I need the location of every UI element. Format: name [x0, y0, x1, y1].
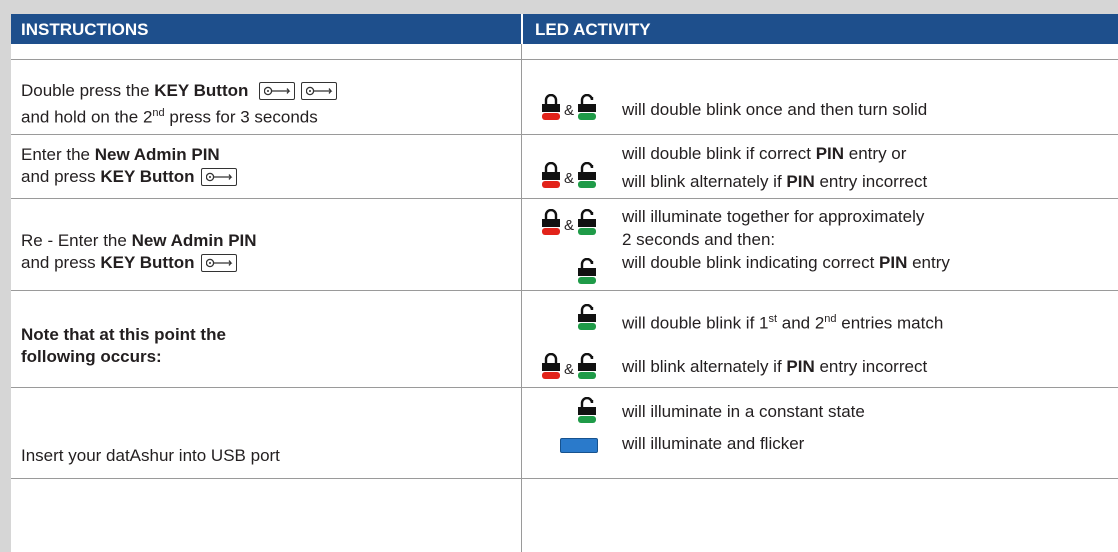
- row1-text: Double press the: [21, 81, 155, 100]
- row2-pin-label: New Admin PIN: [94, 145, 220, 164]
- row5-instruction: Insert your datAshur into USB port: [21, 446, 280, 465]
- row1-led-text: will double blink once and then turn sol…: [622, 100, 928, 119]
- pin-label: PIN: [786, 172, 815, 191]
- row5-led-line1: will illuminate in a constant state: [622, 402, 865, 421]
- green-lock-icon: [577, 258, 597, 284]
- row-divider: [11, 59, 1118, 60]
- row4-led-line2: will blink alternately if PIN entry inco…: [622, 356, 927, 378]
- row2-led-line2: will blink alternately if PIN entry inco…: [622, 171, 927, 193]
- row3-led-line3-start: will double blink indicating correct: [622, 253, 880, 272]
- header-led-activity: LED ACTIVITY: [523, 14, 1118, 44]
- row3-text: Re - Enter the: [21, 231, 132, 250]
- row3-led-line3: will double blink indicating correct PIN…: [622, 252, 950, 274]
- row3-text: and press: [21, 253, 101, 272]
- page: INSTRUCTIONS LED ACTIVITY Double press t…: [0, 0, 1118, 552]
- superscript: nd: [824, 313, 837, 325]
- ampersand: &: [564, 170, 575, 187]
- row2-text: and press: [21, 167, 101, 186]
- green-lock-icon: [577, 304, 597, 330]
- row4-instruction: Note that at this point the following oc…: [21, 324, 226, 368]
- green-lock-icon: [577, 397, 597, 423]
- green-lock-icon: [577, 353, 597, 379]
- superscript: st: [768, 313, 778, 325]
- green-lock-icon: [577, 94, 597, 120]
- row2-led-text: will double blink if correct PIN entry o…: [622, 143, 927, 193]
- row3-key-button-label: KEY Button: [100, 253, 195, 272]
- row1-instruction: Double press the KEY Button and hold on …: [21, 80, 338, 129]
- red-lock-icon: [541, 94, 561, 120]
- header-instructions: INSTRUCTIONS: [11, 14, 521, 44]
- row3-led-line2: 2 seconds and then:: [622, 230, 776, 249]
- row3-pin-label: New Admin PIN: [131, 231, 257, 250]
- superscript: nd: [152, 107, 165, 119]
- row3-led-line3-end: entry: [907, 253, 950, 272]
- row4-text: Note that at this point the: [21, 325, 226, 344]
- pin-label: PIN: [815, 144, 845, 163]
- row4-led-line2-start: will blink alternately if: [622, 357, 787, 376]
- row2-led-line1: will double blink if correct: [622, 144, 816, 163]
- row3-led-line1: will illuminate together for approximate…: [622, 207, 925, 226]
- red-lock-icon: [541, 353, 561, 379]
- row2-led-line1-end: entry or: [844, 144, 907, 163]
- row4-led-line1-end: entries match: [836, 313, 944, 333]
- green-lock-icon: [577, 209, 597, 235]
- column-divider: [521, 44, 522, 552]
- row2-text: Enter the: [21, 145, 95, 164]
- row3-instruction: Re - Enter the New Admin PIN and press K…: [21, 230, 257, 274]
- ampersand: &: [564, 217, 575, 234]
- row4-led-line1: will double blink if 1st and 2nd entries…: [622, 308, 943, 335]
- pin-label: PIN: [879, 253, 908, 272]
- row2-led-line2-start: will blink alternately if: [622, 172, 787, 191]
- row1-key-button-label: KEY Button: [154, 81, 249, 100]
- row4-text: following occurs:: [21, 347, 162, 366]
- row2-instruction: Enter the New Admin PIN and press KEY Bu…: [21, 144, 237, 188]
- key-icon: [301, 81, 338, 100]
- red-lock-icon: [541, 209, 561, 235]
- row2-led-line2-end: entry incorrect: [814, 172, 928, 191]
- pin-label: PIN: [786, 357, 815, 376]
- row1-text: press for 3 seconds: [164, 107, 318, 127]
- key-icon: [200, 167, 237, 186]
- row4-led-line1-mid: and 2: [777, 313, 825, 333]
- row-divider: [11, 387, 1118, 388]
- instructions-table: INSTRUCTIONS LED ACTIVITY Double press t…: [11, 14, 1118, 552]
- row2-key-button-label: KEY Button: [100, 167, 195, 186]
- row-divider: [11, 290, 1118, 291]
- row1-text: and hold on the 2: [21, 107, 153, 127]
- ampersand: &: [564, 361, 575, 378]
- blue-led-icon: [560, 438, 598, 453]
- key-icon: [259, 81, 296, 100]
- key-icon: [200, 253, 237, 272]
- row5-led-line2: will illuminate and flicker: [622, 434, 805, 453]
- red-lock-icon: [541, 162, 561, 188]
- row-divider: [11, 478, 1118, 479]
- green-lock-icon: [577, 162, 597, 188]
- row-divider: [11, 198, 1118, 199]
- ampersand: &: [564, 102, 575, 119]
- row-divider: [11, 134, 1118, 135]
- row4-led-line1-start: will double blink if 1: [622, 313, 769, 333]
- row4-led-line2-end: entry incorrect: [814, 357, 928, 376]
